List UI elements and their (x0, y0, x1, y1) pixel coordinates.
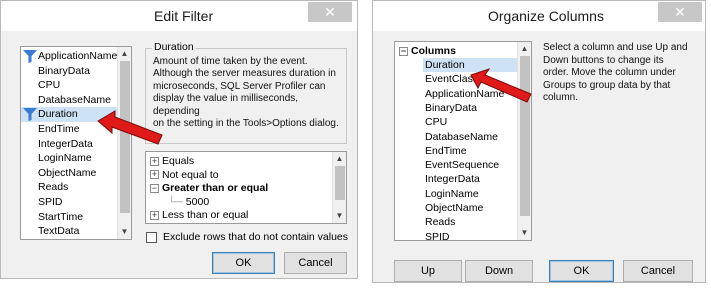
instructions-line: Down buttons to change its (543, 54, 664, 66)
ok-button[interactable]: OK (212, 252, 275, 274)
organize-columns-titlebar: Organize Columns ✕ (373, 1, 705, 31)
description-text: Amount of time taken by the event. Althou… (153, 56, 345, 130)
column-tree-item[interactable]: ObjectName (425, 201, 483, 215)
column-list-item-label: Reads (38, 181, 69, 194)
column-tree-item[interactable]: IntegerData (425, 172, 480, 186)
column-list-item-label: LoginName (38, 152, 92, 165)
close-button[interactable]: ✕ (658, 2, 702, 22)
cancel-button[interactable]: Cancel (623, 260, 693, 282)
columns-root[interactable]: − Columns (399, 44, 456, 58)
column-list-item-label: BinaryData (38, 64, 90, 77)
column-tree-item[interactable]: EventSequence (425, 158, 499, 172)
column-list-item-label: StartTime (38, 210, 84, 223)
operator-value[interactable]: └─ 5000 (168, 195, 209, 209)
description-line: Amount of time taken by the event. (153, 56, 308, 67)
column-list-item[interactable]: ObjectName (21, 166, 118, 181)
operator-item[interactable]: + Not equal to (150, 168, 219, 182)
expand-toggle[interactable]: − (150, 183, 159, 193)
column-list-item-label: ObjectName (38, 166, 97, 179)
column-list-item-label: Duration (38, 108, 78, 121)
column-tree-item[interactable]: SPID (425, 230, 450, 240)
description-title: Duration (152, 41, 196, 53)
column-list-item-label: IntegerData (38, 137, 93, 150)
operator-value-label: 5000 (185, 195, 210, 208)
scroll-up-arrow-icon[interactable]: ▲ (333, 153, 346, 165)
operator-tree[interactable]: + Equals + Not equal to − Greater than or equ… (145, 151, 347, 224)
description-group: Duration Amount of time taken by the eve… (145, 41, 347, 144)
column-tree-item[interactable]: CPU (425, 115, 447, 129)
funnel-icon (23, 108, 37, 122)
column-tree-item[interactable]: Reads (425, 215, 455, 229)
scroll-up-arrow-icon[interactable]: ▲ (118, 48, 131, 60)
description-line: on the setting in the Tools>Options dial… (153, 118, 339, 130)
column-list-item[interactable]: SPID (21, 195, 118, 210)
edit-filter-titlebar: Edit Filter ✕ (1, 1, 357, 31)
column-list-item-label: ApplicationName (38, 50, 118, 62)
expand-toggle[interactable]: + (150, 156, 159, 166)
close-icon: ✕ (324, 4, 336, 20)
scrollbar-thumb[interactable] (335, 166, 345, 200)
scroll-down-arrow-icon[interactable]: ▼ (333, 210, 346, 222)
scroll-down-arrow-icon[interactable]: ▼ (118, 226, 131, 238)
up-button[interactable]: Up (394, 260, 462, 282)
funnel-icon (23, 50, 37, 63)
column-list-item-label: EndTime (38, 123, 80, 135)
organize-columns-title: Organize Columns (488, 8, 604, 24)
column-tree-item[interactable]: LoginName (425, 187, 479, 201)
operator-tree-scrollbar[interactable]: ▲ ▼ (332, 152, 346, 223)
expand-toggle[interactable]: + (150, 211, 159, 221)
column-list-item[interactable]: LoginName (21, 151, 118, 166)
instructions-text: Select a column and use Up and Down butto… (543, 42, 693, 105)
column-list-item[interactable]: CPU (21, 78, 118, 93)
column-list-item-label: TextData (38, 225, 80, 238)
column-list-item[interactable]: TextData (21, 224, 118, 239)
column-list-item-label: DatabaseName (38, 93, 111, 106)
operator-label: Less than or equal (162, 209, 249, 222)
operator-item[interactable]: + Equals (150, 154, 194, 168)
close-button[interactable]: ✕ (308, 2, 352, 22)
operator-label: Not equal to (162, 168, 219, 181)
columns-root-label: Columns (411, 45, 456, 57)
scroll-down-arrow-icon[interactable]: ▼ (518, 227, 531, 239)
operator-item[interactable]: + Less than or equal (150, 208, 248, 222)
column-list-item-label: CPU (38, 79, 61, 92)
instructions-line: Groups to group data by that (543, 79, 671, 91)
column-list-item[interactable]: BinaryData (21, 64, 118, 79)
instructions-line: column. (543, 92, 579, 103)
operator-item[interactable]: − Greater than or equal (150, 181, 268, 195)
instructions-line: Select a column and use Up and (543, 42, 688, 53)
edit-filter-title: Edit Filter (154, 8, 214, 24)
column-tree-item[interactable]: DatabaseName (425, 130, 498, 144)
red-arrow-icon (97, 110, 163, 145)
description-line: Although the server measures duration in (153, 68, 336, 80)
column-list-item[interactable]: ApplicationName (21, 49, 118, 64)
expand-toggle[interactable]: + (150, 170, 159, 180)
exclude-rows-checkbox[interactable] (146, 232, 157, 243)
operator-label: Greater than or equal (162, 182, 269, 195)
column-list-item-label: SPID (38, 196, 63, 208)
description-line: display the value in milliseconds, depen… (153, 93, 299, 117)
organize-columns-dialog: Organize Columns ✕ − Columns Duration Even… (372, 0, 706, 283)
description-line: microseconds, SQL Server Profiler can (153, 80, 326, 92)
close-icon: ✕ (674, 4, 686, 20)
edit-filter-dialog: Edit Filter ✕ ApplicationName BinaryData C… (0, 0, 358, 279)
column-list-item[interactable]: StartTime (21, 210, 118, 225)
operator-label: Equals (162, 155, 195, 167)
ok-button[interactable]: OK (549, 260, 614, 282)
collapse-toggle[interactable]: − (399, 46, 408, 56)
tree-connector: └─ (168, 195, 186, 208)
column-tree-item[interactable]: EndTime (425, 144, 467, 158)
column-list-item[interactable]: DatabaseName (21, 93, 118, 108)
scroll-up-arrow-icon[interactable]: ▲ (518, 43, 531, 55)
column-list-item[interactable]: Reads (21, 180, 118, 195)
cancel-button[interactable]: Cancel (284, 252, 347, 274)
exclude-rows-label: Exclude rows that do not contain values (163, 231, 349, 243)
instructions-line: order. Move the column under (543, 67, 676, 78)
red-arrow-icon (470, 68, 532, 103)
down-button[interactable]: Down (465, 260, 533, 282)
